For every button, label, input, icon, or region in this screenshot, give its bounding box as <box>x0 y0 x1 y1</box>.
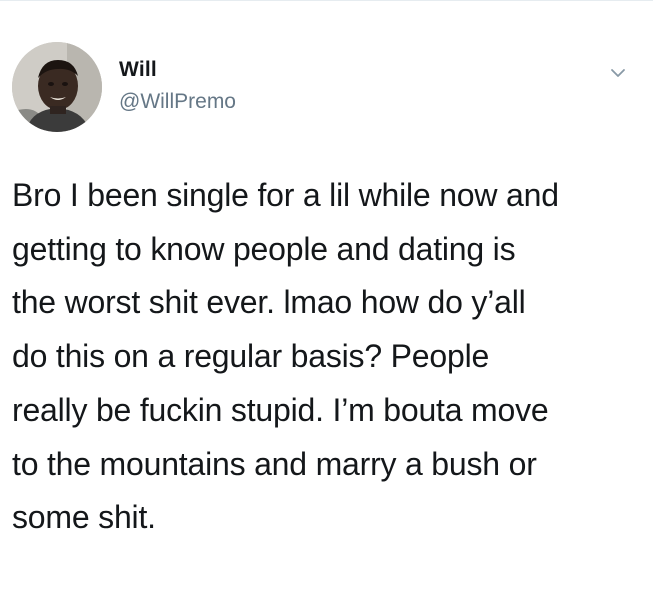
tweet-card: Will @WillPremo Bro I been single for a … <box>0 0 653 600</box>
author-name[interactable]: Will <box>119 58 157 82</box>
tweet-text: Bro I been single for a lil while now an… <box>12 177 559 536</box>
chevron-down-icon <box>611 69 625 77</box>
author-handle[interactable]: @WillPremo <box>119 90 236 114</box>
author-avatar[interactable] <box>12 42 102 132</box>
profile-photo-icon <box>12 42 102 132</box>
tweet-menu-button[interactable] <box>606 61 630 85</box>
